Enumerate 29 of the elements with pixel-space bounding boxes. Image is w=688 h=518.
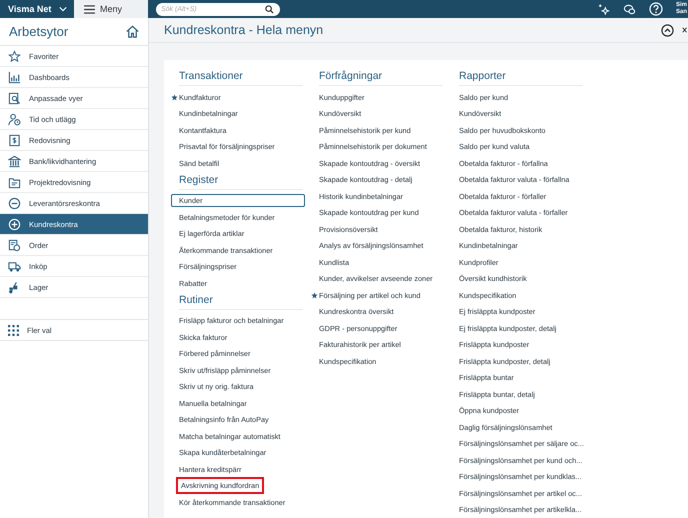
plus-circle-icon [8, 218, 21, 230]
section-heading: Transaktioner [179, 68, 303, 86]
document-clock-icon [8, 238, 21, 252]
search-icon [265, 4, 274, 14]
bar-chart-icon [8, 70, 21, 84]
close-icon[interactable] [682, 25, 688, 35]
section-heading: Förfrågningar [319, 68, 443, 86]
menu-icon [84, 4, 95, 14]
grid-icon [8, 324, 19, 336]
sidebar-title: Arbetsytor [9, 24, 68, 39]
minus-circle-icon [8, 196, 21, 210]
collapse-icon[interactable] [661, 24, 674, 36]
bank-icon [8, 154, 21, 168]
folder-icon [8, 176, 21, 188]
page-title: Kundreskontra - Hela menyn [164, 23, 324, 37]
section-heading: Rutiner [179, 292, 303, 310]
star-icon [8, 50, 21, 62]
help-icon[interactable] [649, 2, 663, 16]
home-icon[interactable] [125, 24, 140, 39]
person-clock-icon [8, 112, 21, 126]
menu-button[interactable]: Meny [74, 0, 148, 18]
chevron-down-icon [59, 6, 68, 12]
sparkle-icon[interactable] [597, 2, 610, 16]
chat-icon[interactable] [623, 2, 636, 16]
section-heading: Register [179, 172, 303, 190]
truck-icon [8, 260, 21, 272]
dollar-document-icon [8, 134, 21, 146]
section-heading: Rapporter [459, 68, 583, 86]
document-search-icon [8, 92, 21, 104]
